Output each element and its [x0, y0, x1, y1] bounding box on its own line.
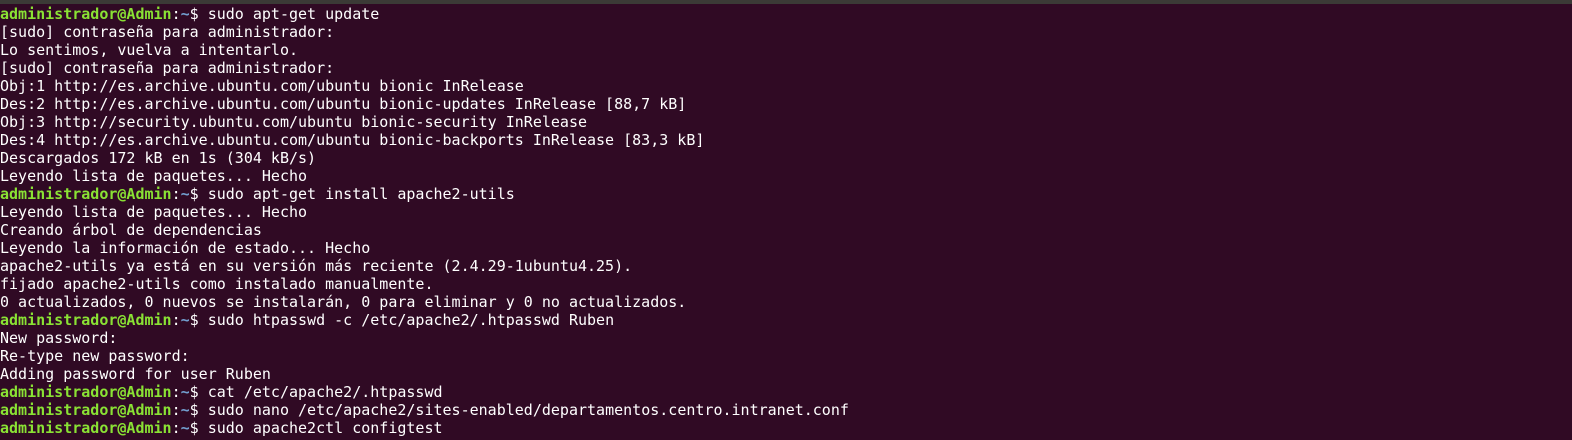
- prompt-user-host: administrador@Admin: [0, 419, 172, 437]
- output-text: apache2-utils ya está en su versión más …: [0, 257, 633, 275]
- prompt-line: administrador@Admin:~$ sudo htpasswd -c …: [0, 311, 1572, 329]
- output-line: [sudo] contraseña para administrador:: [0, 23, 1572, 41]
- prompt-line: administrador@Admin:~$ sudo apache2ctl c…: [0, 419, 1572, 437]
- prompt-separator: :: [171, 419, 181, 437]
- output-text: [sudo] contraseña para administrador:: [0, 59, 335, 77]
- window-top-edge: [0, 0, 1572, 4]
- prompt-user-host: administrador@Admin: [0, 185, 172, 203]
- output-text: Descargados 172 kB en 1s (304 kB/s): [0, 149, 317, 167]
- prompt-path: ~: [180, 383, 190, 401]
- prompt-symbol: $: [189, 5, 208, 23]
- output-line: Des:2 http://es.archive.ubuntu.com/ubunt…: [0, 95, 1572, 113]
- output-text: fijado apache2-utils como instalado manu…: [0, 275, 434, 293]
- output-line: Leyendo lista de paquetes... Hecho: [0, 203, 1572, 221]
- prompt-line: administrador@Admin:~$ sudo apt-get inst…: [0, 185, 1572, 203]
- prompt-separator: :: [171, 311, 181, 329]
- command-text: sudo apt-get update: [207, 5, 380, 23]
- prompt-user-host: administrador@Admin: [0, 383, 172, 401]
- output-text: Leyendo lista de paquetes... Hecho: [0, 167, 308, 185]
- output-line: New password:: [0, 329, 1572, 347]
- output-line: Des:4 http://es.archive.ubuntu.com/ubunt…: [0, 131, 1572, 149]
- command-text: sudo htpasswd -c /etc/apache2/.htpasswd …: [207, 311, 615, 329]
- prompt-separator: :: [171, 401, 181, 419]
- output-text: Leyendo lista de paquetes... Hecho: [0, 203, 308, 221]
- output-line: Adding password for user Ruben: [0, 365, 1572, 383]
- output-text: Re-type new password:: [0, 347, 190, 365]
- output-text: [sudo] contraseña para administrador:: [0, 23, 335, 41]
- output-line: Obj:1 http://es.archive.ubuntu.com/ubunt…: [0, 77, 1572, 95]
- prompt-symbol: $: [189, 401, 208, 419]
- output-line: Leyendo lista de paquetes... Hecho: [0, 167, 1572, 185]
- output-line: Obj:3 http://security.ubuntu.com/ubuntu …: [0, 113, 1572, 131]
- output-line: Descargados 172 kB en 1s (304 kB/s): [0, 149, 1572, 167]
- output-text: Obj:1 http://es.archive.ubuntu.com/ubunt…: [0, 77, 524, 95]
- output-text: Des:2 http://es.archive.ubuntu.com/ubunt…: [0, 95, 687, 113]
- command-text: sudo apt-get install apache2-utils: [207, 185, 515, 203]
- prompt-separator: :: [171, 5, 181, 23]
- output-text: Obj:3 http://security.ubuntu.com/ubuntu …: [0, 113, 587, 131]
- output-line: fijado apache2-utils como instalado manu…: [0, 275, 1572, 293]
- prompt-line: administrador@Admin:~$ sudo nano /etc/ap…: [0, 401, 1572, 419]
- output-line: apache2-utils ya está en su versión más …: [0, 257, 1572, 275]
- prompt-path: ~: [180, 185, 190, 203]
- output-text: New password:: [0, 329, 118, 347]
- output-text: Adding password for user Ruben: [0, 365, 271, 383]
- output-line: [sudo] contraseña para administrador:: [0, 59, 1572, 77]
- prompt-separator: :: [171, 185, 181, 203]
- command-text: sudo nano /etc/apache2/sites-enabled/dep…: [207, 401, 849, 419]
- output-text: Lo sentimos, vuelva a intentarlo.: [0, 41, 299, 59]
- prompt-line: administrador@Admin:~$ sudo apt-get upda…: [0, 5, 1572, 23]
- prompt-path: ~: [180, 5, 190, 23]
- output-line: 0 actualizados, 0 nuevos se instalarán, …: [0, 293, 1572, 311]
- prompt-symbol: $: [189, 383, 208, 401]
- prompt-separator: :: [171, 383, 181, 401]
- command-text: sudo apache2ctl configtest: [207, 419, 443, 437]
- prompt-symbol: $: [189, 311, 208, 329]
- prompt-path: ~: [180, 419, 190, 437]
- prompt-user-host: administrador@Admin: [0, 311, 172, 329]
- output-text: Leyendo la información de estado... Hech…: [0, 239, 371, 257]
- output-line: Leyendo la información de estado... Hech…: [0, 239, 1572, 257]
- prompt-line: administrador@Admin:~$ cat /etc/apache2/…: [0, 383, 1572, 401]
- prompt-path: ~: [180, 401, 190, 419]
- output-line: Re-type new password:: [0, 347, 1572, 365]
- output-text: 0 actualizados, 0 nuevos se instalarán, …: [0, 293, 687, 311]
- output-text: Creando árbol de dependencias: [0, 221, 262, 239]
- prompt-path: ~: [180, 311, 190, 329]
- terminal-output[interactable]: administrador@Admin:~$ sudo apt-get upda…: [0, 5, 1572, 440]
- prompt-user-host: administrador@Admin: [0, 401, 172, 419]
- output-line: Lo sentimos, vuelva a intentarlo.: [0, 41, 1572, 59]
- command-text: cat /etc/apache2/.htpasswd: [207, 383, 443, 401]
- prompt-symbol: $: [189, 419, 208, 437]
- prompt-user-host: administrador@Admin: [0, 5, 172, 23]
- output-text: Des:4 http://es.archive.ubuntu.com/ubunt…: [0, 131, 705, 149]
- prompt-symbol: $: [189, 185, 208, 203]
- output-line: Creando árbol de dependencias: [0, 221, 1572, 239]
